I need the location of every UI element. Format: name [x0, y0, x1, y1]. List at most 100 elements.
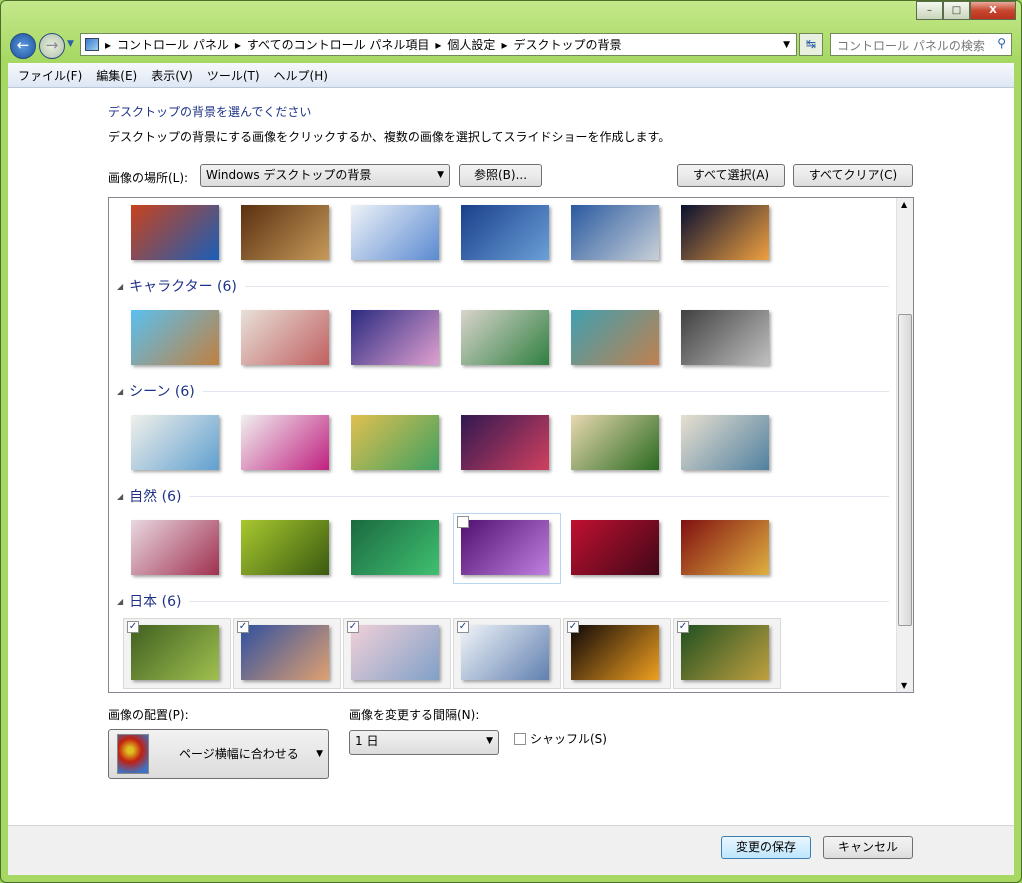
recent-pages-dropdown[interactable]: ▼	[67, 39, 74, 49]
wallpaper-thumbnail[interactable]	[351, 415, 439, 470]
wallpaper-thumbnail[interactable]	[681, 310, 769, 365]
wallpaper-checkbox[interactable]: ✓	[347, 621, 359, 633]
divider	[202, 390, 889, 392]
collapse-icon[interactable]: ◢	[117, 492, 123, 501]
menu-bar: ファイル(F) 編集(E) 表示(V) ツール(T) ヘルプ(H)	[8, 63, 1014, 88]
scrollbar[interactable]: ▲ ▼	[896, 198, 913, 692]
wallpaper-thumbnail[interactable]	[241, 310, 329, 365]
scroll-up-icon[interactable]: ▲	[901, 200, 907, 209]
wallpaper-thumbnail[interactable]	[681, 625, 769, 680]
back-button[interactable]: ←	[10, 33, 36, 59]
refresh-button[interactable]: ↹	[799, 33, 823, 56]
chevron-icon: ▸	[105, 37, 112, 52]
wallpaper-thumbnail[interactable]	[351, 625, 439, 680]
wallpaper-thumbnail[interactable]	[131, 415, 219, 470]
group-title: キャラクター (6)	[129, 279, 237, 295]
shuffle-label[interactable]: シャッフル(S)	[530, 730, 607, 747]
select-all-button[interactable]: すべて選択(A)	[677, 164, 785, 187]
collapse-icon[interactable]: ◢	[117, 282, 123, 291]
wallpaper-thumbnail[interactable]	[351, 520, 439, 575]
menu-file[interactable]: ファイル(F)	[18, 67, 82, 84]
wallpaper-checkbox[interactable]: ✓	[677, 621, 689, 633]
cancel-button[interactable]: キャンセル	[823, 836, 913, 859]
wallpaper-thumbnail[interactable]	[571, 625, 659, 680]
close-button[interactable]: X	[970, 1, 1016, 20]
breadcrumb-item[interactable]: すべてのコントロール パネル項目	[247, 36, 430, 53]
wallpaper-thumbnail[interactable]	[571, 310, 659, 365]
group-header[interactable]: ◢ キャラクター (6)	[117, 276, 889, 296]
search-placeholder: コントロール パネルの検索	[837, 39, 985, 53]
search-icon: ⚲	[997, 36, 1006, 50]
wallpaper-thumbnail[interactable]	[241, 205, 329, 260]
wallpaper-checkbox[interactable]	[457, 516, 469, 528]
wallpaper-checkbox[interactable]: ✓	[457, 621, 469, 633]
chevron-down-icon: ▼	[486, 736, 493, 746]
group-title: 日本 (6)	[129, 594, 182, 610]
interval-value: 1 日	[355, 734, 379, 748]
group-header[interactable]: ◢ 自然 (6)	[117, 486, 889, 506]
search-input[interactable]: コントロール パネルの検索 ⚲	[830, 33, 1012, 56]
location-dropdown[interactable]: Windows デスクトップの背景 ▼	[200, 164, 450, 187]
wallpaper-thumbnail[interactable]	[461, 520, 549, 575]
scrollbar-thumb[interactable]	[898, 314, 912, 626]
position-dropdown[interactable]: ページ横幅に合わせる ▼	[108, 729, 329, 779]
breadcrumb-item[interactable]: コントロール パネル	[117, 36, 229, 53]
maximize-button[interactable]: □	[943, 1, 970, 20]
position-label: 画像の配置(P):	[108, 708, 189, 722]
wallpaper-thumbnail[interactable]	[131, 205, 219, 260]
browse-button[interactable]: 参照(B)...	[459, 164, 542, 187]
wallpaper-thumbnail[interactable]	[241, 625, 329, 680]
wallpaper-thumbnail[interactable]	[461, 205, 549, 260]
wallpaper-checkbox[interactable]: ✓	[127, 621, 139, 633]
menu-edit[interactable]: 編集(E)	[96, 67, 137, 84]
collapse-icon[interactable]: ◢	[117, 387, 123, 396]
scroll-down-icon[interactable]: ▼	[901, 681, 907, 690]
chevron-down-icon: ▼	[437, 170, 444, 180]
clear-all-button[interactable]: すべてクリア(C)	[793, 164, 913, 187]
interval-dropdown[interactable]: 1 日 ▼	[349, 730, 499, 755]
menu-view[interactable]: 表示(V)	[151, 67, 193, 84]
address-bar[interactable]: ▸ コントロール パネル ▸ すべてのコントロール パネル項目 ▸ 個人設定 ▸ デスク…	[80, 33, 797, 56]
chevron-icon: ▸	[435, 37, 442, 52]
wallpaper-thumbnail[interactable]	[241, 415, 329, 470]
breadcrumb-item[interactable]: デスクトップの背景	[513, 36, 621, 53]
wallpaper-list: ▲ ▼ ◢ キャラクター (6) ◢ シーン (6) ◢ 自然 (6) ◢ 日本 (6) ✓ ✓ ✓…	[108, 197, 914, 693]
wallpaper-thumbnail[interactable]	[131, 625, 219, 680]
wallpaper-checkbox[interactable]: ✓	[237, 621, 249, 633]
control-panel-icon	[85, 38, 99, 51]
wallpaper-thumbnail[interactable]	[681, 415, 769, 470]
wallpaper-thumbnail[interactable]	[461, 310, 549, 365]
collapse-icon[interactable]: ◢	[117, 597, 123, 606]
wallpaper-thumbnail[interactable]	[681, 520, 769, 575]
wallpaper-thumbnail[interactable]	[351, 205, 439, 260]
chevron-down-icon: ▼	[316, 749, 323, 759]
shuffle-checkbox[interactable]	[514, 733, 526, 745]
wallpaper-thumbnail[interactable]	[461, 625, 549, 680]
group-header[interactable]: ◢ シーン (6)	[117, 381, 889, 401]
wallpaper-thumbnail[interactable]	[571, 205, 659, 260]
wallpaper-thumbnail[interactable]	[131, 310, 219, 365]
save-button[interactable]: 変更の保存	[721, 836, 811, 859]
group-title: シーン (6)	[129, 384, 195, 400]
wallpaper-thumbnail[interactable]	[351, 310, 439, 365]
position-value: ページ横幅に合わせる	[179, 747, 299, 761]
group-header[interactable]: ◢ 日本 (6)	[117, 591, 889, 611]
wallpaper-thumbnail[interactable]	[571, 520, 659, 575]
chevron-icon: ▸	[234, 37, 241, 52]
wallpaper-thumbnail[interactable]	[461, 415, 549, 470]
menu-help[interactable]: ヘルプ(H)	[274, 67, 328, 84]
forward-button[interactable]: →	[39, 33, 65, 59]
position-preview-image	[117, 734, 149, 774]
group-title: 自然 (6)	[129, 489, 182, 505]
wallpaper-checkbox[interactable]: ✓	[567, 621, 579, 633]
wallpaper-thumbnail[interactable]	[241, 520, 329, 575]
menu-tools[interactable]: ツール(T)	[207, 67, 260, 84]
chevron-icon: ▸	[501, 37, 508, 52]
wallpaper-thumbnail[interactable]	[571, 415, 659, 470]
page-description: デスクトップの背景にする画像をクリックするか、複数の画像を選択してスライドショー…	[108, 130, 671, 144]
breadcrumb-item[interactable]: 個人設定	[447, 36, 495, 53]
address-dropdown-icon[interactable]: ▼	[783, 40, 790, 50]
minimize-button[interactable]: –	[916, 1, 943, 20]
wallpaper-thumbnail[interactable]	[131, 520, 219, 575]
wallpaper-thumbnail[interactable]	[681, 205, 769, 260]
